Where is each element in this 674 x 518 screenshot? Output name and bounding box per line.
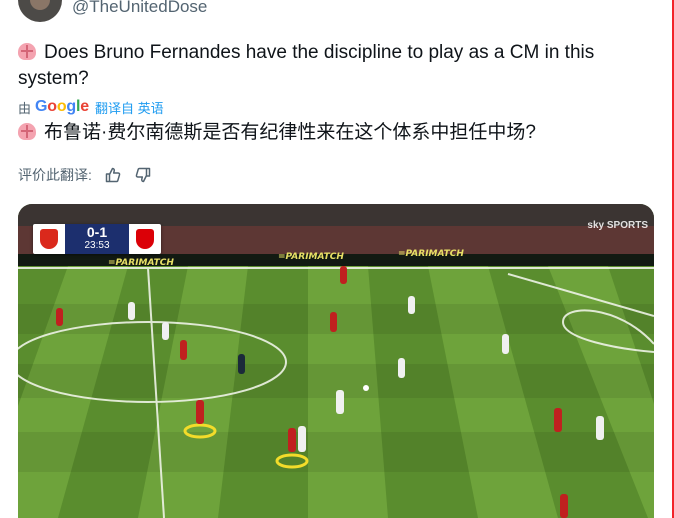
thumbs-up-icon[interactable] bbox=[104, 166, 122, 184]
translation-attribution: 由 Google 翻译自 英语 bbox=[18, 97, 164, 117]
brain-emoji-icon bbox=[18, 43, 36, 60]
tweet-original-text: Does Bruno Fernandes have the discipline… bbox=[18, 40, 648, 92]
avatar[interactable] bbox=[18, 0, 62, 22]
away-team-crest bbox=[129, 224, 161, 254]
match-clock: 23:53 bbox=[84, 240, 110, 251]
brain-emoji-icon bbox=[18, 123, 36, 140]
scorebug: 0-1 23:53 bbox=[33, 224, 161, 254]
original-text-content: Does Bruno Fernandes have the discipline… bbox=[18, 42, 595, 89]
away-crest-shape bbox=[136, 229, 154, 249]
video-thumbnail[interactable]: =PARIMATCH =PARIMATCH =PARIMATCH 0-1 23:… bbox=[18, 204, 654, 518]
match-score: 0-1 bbox=[86, 224, 108, 240]
svg-text:=PARIMATCH: =PARIMATCH bbox=[278, 252, 344, 262]
google-logo: Google bbox=[35, 98, 89, 115]
scorebug-center: 0-1 23:53 bbox=[65, 224, 129, 254]
home-crest-shape bbox=[40, 229, 58, 249]
translated-text-content: 布鲁诺·费尔南德斯是否有纪律性来在这个体系中担任中场? bbox=[44, 122, 536, 143]
broadcaster-logo: sky SPORTS bbox=[587, 220, 648, 231]
svg-text:=PARIMATCH: =PARIMATCH bbox=[398, 249, 464, 259]
rate-translation: 评价此翻译: bbox=[18, 164, 152, 186]
tweet-translated-text: 布鲁诺·费尔南德斯是否有纪律性来在这个体系中担任中场? bbox=[18, 120, 648, 146]
translated-from-link[interactable]: 翻译自 英语 bbox=[95, 98, 164, 117]
user-handle[interactable]: @TheUnitedDose bbox=[72, 0, 207, 17]
tweet-header: @TheUnitedDose bbox=[18, 0, 207, 22]
svg-text:=PARIMATCH: =PARIMATCH bbox=[108, 258, 174, 268]
thumbs-down-icon[interactable] bbox=[134, 166, 152, 184]
translated-by-prefix: 由 bbox=[18, 100, 32, 116]
rate-translation-label: 评价此翻译: bbox=[18, 167, 92, 183]
home-team-crest bbox=[33, 224, 65, 254]
